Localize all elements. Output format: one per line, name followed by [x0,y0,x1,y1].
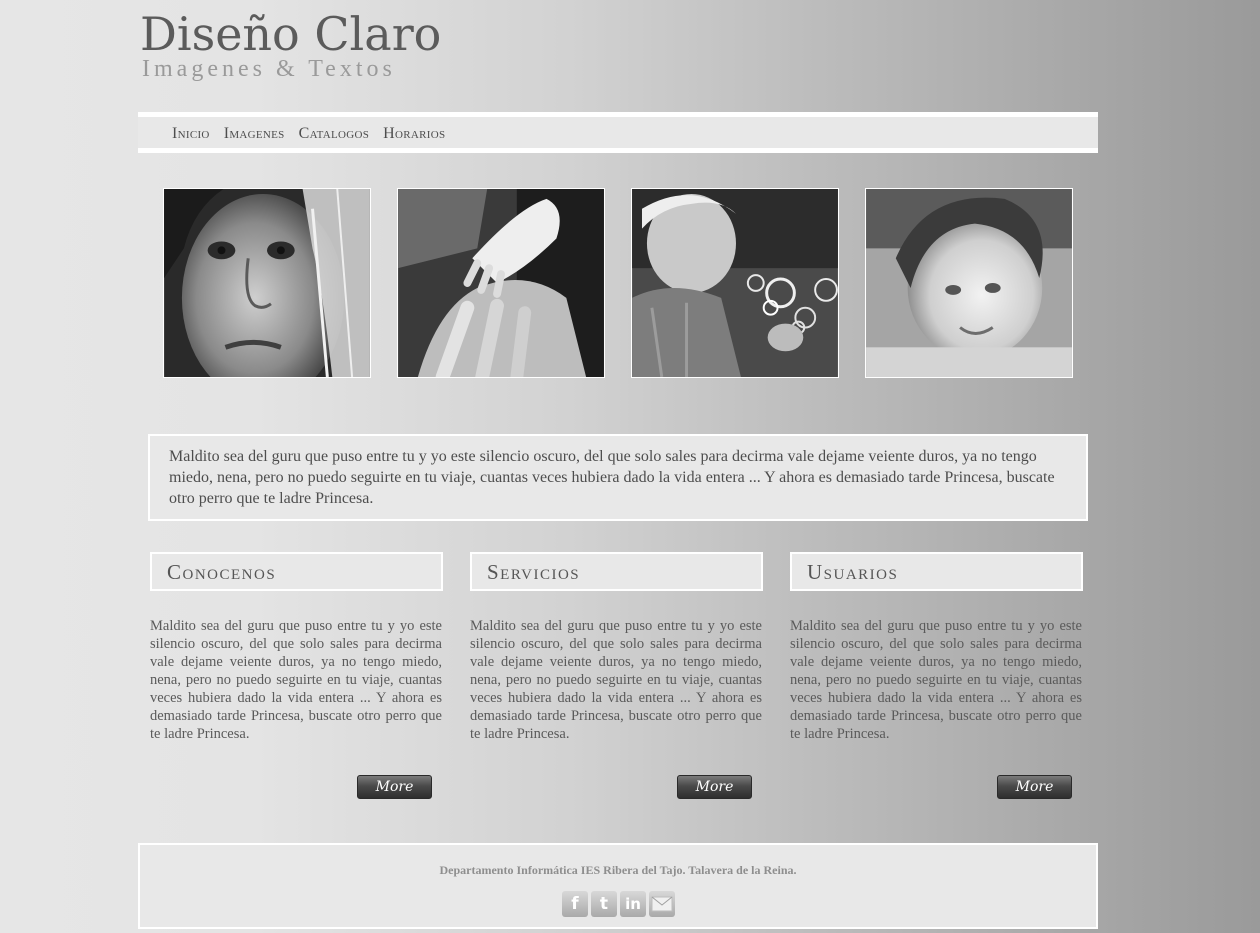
main-nav: Inicio Imagenes Catalogos Horarios [138,112,1098,153]
nav-item-imagenes[interactable]: Imagenes [224,125,285,143]
twitter-icon[interactable]: t [591,891,617,917]
mail-icon[interactable] [649,891,675,917]
nav-item-catalogos[interactable]: Catalogos [299,125,370,143]
footer: Departamento Informática IES Ribera del … [138,843,1098,929]
footer-credit: Departamento Informática IES Ribera del … [439,863,797,877]
more-button-conocenos[interactable]: More [357,775,432,799]
column-text-servicios: Maldito sea del guru que puso entre tu y… [470,618,762,742]
gallery-photo-girl-face[interactable] [163,188,371,378]
nav-item-inicio[interactable]: Inicio [172,125,210,143]
column-conocenos: Conocenos Maldito sea del guru que puso … [150,552,443,799]
gallery-photo-smiling-girl[interactable] [865,188,1073,378]
facebook-icon[interactable]: f [562,891,588,917]
column-usuarios: Usuarios Maldito sea del guru que puso e… [790,552,1083,799]
smiling-girl-photo [866,189,1072,377]
nav-item-horarios[interactable]: Horarios [383,125,445,143]
more-button-servicios[interactable]: More [677,775,752,799]
girl-face-photo [164,189,370,377]
column-text-usuarios: Maldito sea del guru que puso entre tu y… [790,618,1082,742]
gallery-photo-hands[interactable] [397,188,605,378]
column-heading-servicios: Servicios [470,552,763,591]
linkedin-icon[interactable]: in [620,891,646,917]
bubbles-photo [632,189,838,377]
hands-photo [398,189,604,377]
gallery-photo-bubbles[interactable] [631,188,839,378]
more-button-usuarios[interactable]: More [997,775,1072,799]
intro-text-box: Maldito sea del guru que puso entre tu y… [148,434,1088,521]
column-text-conocenos: Maldito sea del guru que puso entre tu y… [150,618,442,742]
social-links: f t in [562,891,678,917]
column-heading-conocenos: Conocenos [150,552,443,591]
column-heading-usuarios: Usuarios [790,552,1083,591]
column-servicios: Servicios Maldito sea del guru que puso … [470,552,763,799]
site-title: Diseño Claro [140,7,442,61]
site-subtitle: Imagenes & Textos [142,56,396,82]
